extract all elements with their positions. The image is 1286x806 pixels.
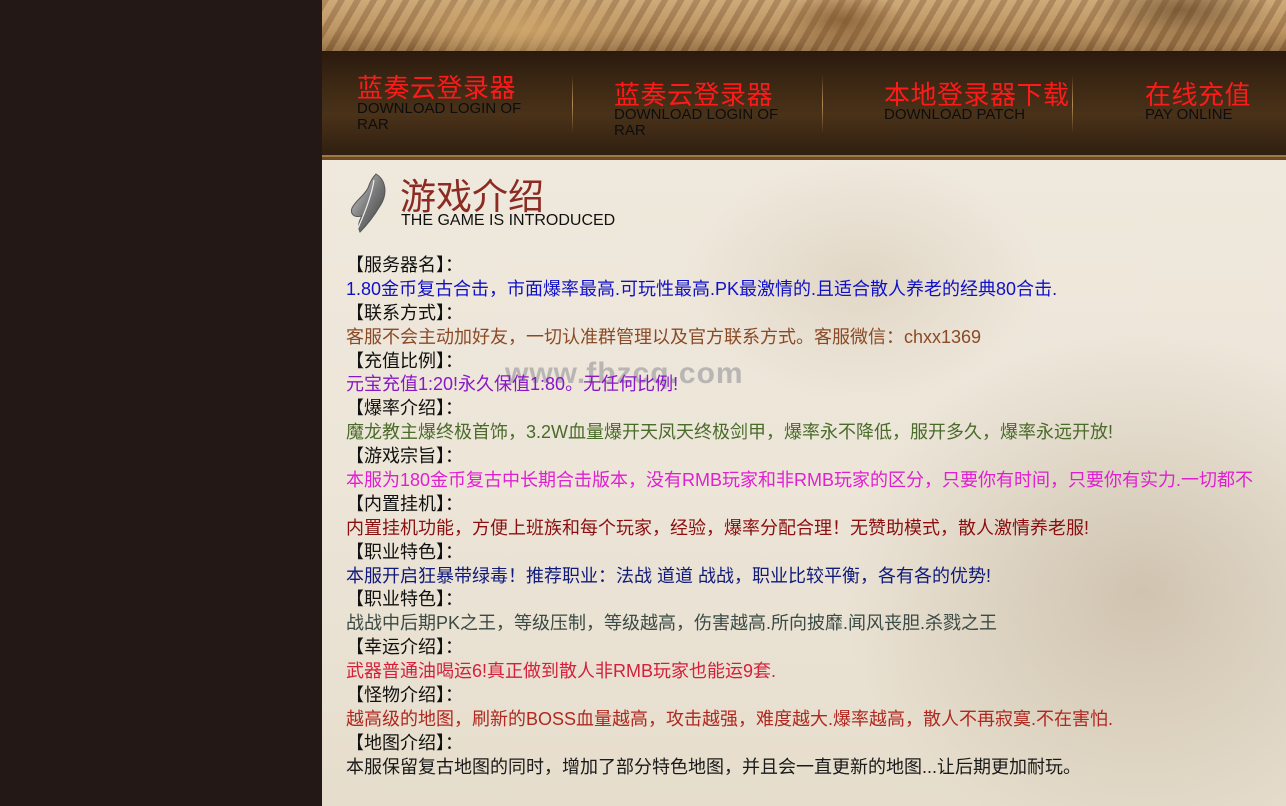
info-value: 武器普通油喝运6!真正做到散人非RMB玩家也能运9套.: [346, 661, 777, 682]
info-value: 1.80金币复古合击，市面爆率最高.可玩性最高.PK最激情的.且适合散人养老的经…: [346, 278, 1058, 299]
info-value: 元宝充值1:20!永久保值1:80。无任何比例!: [346, 374, 679, 395]
info-label: 【爆率介绍】：: [346, 398, 463, 419]
info-value: 战战中后期PK之王，等级压制，等级越高，伤害越高.所向披靡.闻风丧胆.杀戮之王: [346, 613, 998, 634]
nav-divider: [572, 75, 573, 133]
info-label: 【充值比例】：: [346, 350, 463, 371]
nav-divider: [822, 75, 823, 133]
feather-scroll-icon: [351, 173, 386, 233]
info-value: 本服开启狂暴带绿毒！推荐职业：法战 道道 战战，职业比较平衡，各有各的优势!: [346, 565, 991, 586]
nav-item-lanzou-2[interactable]: 蓝奏云登录器 DOWNLOAD LOGIN OF RAR: [614, 51, 814, 157]
nav-divider: [1072, 75, 1073, 133]
info-value: 本服保留复古地图的同时，增加了部分特色地图，并且会一直更新的地图...让后期更加…: [346, 756, 1081, 777]
info-label: 【服务器名】：: [346, 255, 463, 275]
nav-bar: 蓝奏云登录器 DOWNLOAD LOGIN OF RAR 蓝奏云登录器 DOWN…: [322, 51, 1286, 160]
info-value: 客服不会主动加好友，一切认准群管理以及官方联系方式。客服微信：chxx1369: [346, 326, 982, 347]
game-intro-panel: 游戏介绍 THE GAME IS INTRODUCED www.fbzcq.co…: [322, 160, 1286, 806]
nav-subtitle[interactable]: DOWNLOAD LOGIN OF RAR: [614, 107, 794, 139]
nav-item-lanzou-1[interactable]: 蓝奏云登录器 DOWNLOAD LOGIN OF RAR: [357, 51, 557, 157]
info-label: 【内置挂机】：: [346, 493, 463, 514]
info-value: 本服为180金币复古中长期合击版本，没有RMB玩家和非RMB玩家的区分，只要你有…: [346, 470, 1254, 491]
info-label: 【怪物介绍】：: [346, 685, 463, 706]
info-value: 越高级的地图，刷新的BOSS血量越高，攻击越强，难度越大.爆率越高，散人不再寂寞…: [346, 708, 1114, 729]
nav-item-pay-online[interactable]: 在线充值 PAY ONLINE: [1145, 51, 1285, 157]
section-subtitle: THE GAME IS INTRODUCED: [401, 212, 616, 229]
info-label: 【地图介绍】：: [346, 732, 463, 753]
nav-subtitle[interactable]: DOWNLOAD PATCH: [884, 107, 1025, 123]
info-label: 【游戏宗旨】：: [346, 446, 463, 467]
nav-subtitle[interactable]: DOWNLOAD LOGIN OF RAR: [357, 101, 537, 133]
info-value: 内置挂机功能，方便上班族和每个玩家，经验，爆率分配合理！无赞助模式，散人激情养老…: [346, 517, 1089, 538]
nav-item-local-download[interactable]: 本地登录器下载 DOWNLOAD PATCH: [884, 51, 1084, 157]
info-label: 【联系方式】：: [346, 302, 463, 323]
top-banner-image: [322, 0, 1286, 51]
nav-subtitle[interactable]: PAY ONLINE: [1145, 107, 1233, 123]
info-label: 【职业特色】：: [346, 589, 463, 610]
info-label: 【幸运介绍】：: [346, 637, 463, 658]
info-label: 【职业特色】：: [346, 541, 463, 562]
game-info-list: 【服务器名】： 1.80金币复古合击，市面爆率最高.可玩性最高.PK最激情的.且适…: [346, 254, 1286, 780]
info-value: 魔龙教主爆终极首饰，3.2W血量爆开天凤天终极剑甲，爆率永不降低，服开多久，爆率…: [346, 422, 1114, 443]
